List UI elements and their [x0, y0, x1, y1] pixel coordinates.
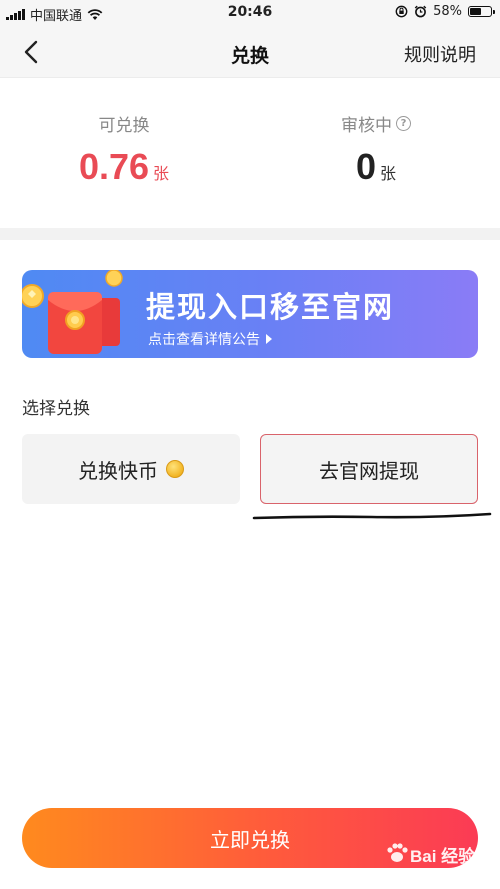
status-right: 58%	[395, 4, 495, 19]
alarm-icon	[414, 5, 427, 18]
available-unit: 张	[153, 164, 170, 183]
available-label: 可兑换	[98, 116, 150, 136]
available-value: 0.76	[78, 146, 150, 187]
baidu-watermark: Bai 经验 jingyan.baidu.com	[382, 834, 496, 884]
banner-subtitle: 点击查看详情公告	[148, 329, 272, 349]
watermark-url: jingyan.baidu.com	[392, 868, 466, 877]
play-arrow-icon	[266, 334, 272, 344]
navigation-bar: 兑换 规则说明	[0, 26, 500, 78]
exchange-coins-label: 兑换快币	[78, 458, 158, 483]
gold-coin-icon	[166, 460, 184, 478]
withdraw-notice-banner[interactable]: 提现入口移至官网 点击查看详情公告	[22, 270, 478, 358]
exchange-coins-option[interactable]: 兑换快币	[22, 434, 240, 504]
withdraw-website-label: 去官网提现	[319, 458, 419, 483]
balance-summary: 可兑换 0.76 张 审核中 ? 0 张	[0, 78, 500, 228]
orientation-lock-icon	[395, 5, 408, 18]
exchange-now-label: 立即兑换	[210, 827, 290, 852]
reviewing-label: 审核中	[341, 116, 392, 136]
watermark-text: Bai 经验	[410, 847, 476, 866]
section-label: 选择兑换	[22, 399, 90, 419]
paw-icon	[387, 843, 408, 862]
rules-link[interactable]: 规则说明	[404, 41, 476, 67]
reviewing-value: 0	[355, 146, 376, 187]
battery-icon	[468, 6, 495, 17]
banner-title: 提现入口移至官网	[146, 290, 395, 324]
banner-subtitle-text: 点击查看详情公告	[148, 332, 260, 348]
status-bar: 中国联通 20:46 58%	[0, 0, 500, 26]
withdraw-website-option[interactable]: 去官网提现	[260, 434, 478, 504]
question-circle-icon[interactable]: ?	[396, 116, 411, 131]
reviewing-unit: 张	[380, 164, 397, 183]
hand-drawn-underline	[252, 512, 492, 520]
reviewing-stat: 审核中 ? 0 张	[276, 111, 476, 188]
section-divider	[0, 228, 500, 240]
battery-percent: 58%	[433, 4, 462, 19]
available-stat: 可兑换 0.76 张	[24, 111, 224, 188]
red-envelope-icon	[22, 270, 123, 354]
